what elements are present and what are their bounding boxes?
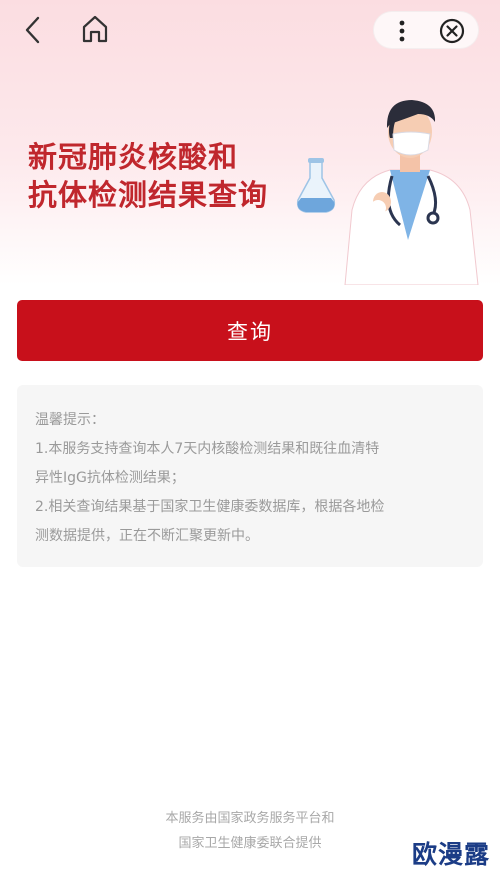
watermark: 欧漫露 — [411, 840, 490, 869]
more-vertical-icon[interactable] — [384, 16, 420, 46]
title-line-2: 抗体检测结果查询 — [28, 178, 269, 212]
tips-heading: 温馨提示： — [35, 412, 105, 428]
home-icon[interactable] — [78, 12, 112, 46]
tips-line: 2.相关查询结果基于国家卫生健康委数据库，根据各地检 — [35, 499, 385, 515]
mini-program-capsule — [373, 11, 479, 49]
tips-line: 异性IgG抗体检测结果； — [35, 470, 185, 486]
tips-line: 测数据提供，正在不断汇聚更新中。 — [35, 528, 259, 544]
chevron-left-icon[interactable] — [18, 14, 50, 46]
query-button[interactable]: 查询 — [17, 300, 483, 361]
tips-panel: 温馨提示： 1.本服务支持查询本人7天内核酸检测结果和既往血清特 异性IgG抗体… — [17, 385, 483, 567]
footer-line: 本服务由国家政务服务平台和 — [165, 811, 335, 826]
title-line-1: 新冠肺炎核酸和 — [28, 140, 239, 174]
close-circle-icon[interactable] — [434, 16, 470, 46]
page-title: 新冠肺炎核酸和 抗体检测结果查询 — [28, 138, 268, 214]
hero-banner: 新冠肺炎核酸和 抗体检测结果查询 — [0, 0, 500, 285]
tips-line: 1.本服务支持查询本人7天内核酸检测结果和既往血清特 — [35, 441, 380, 457]
doctor-illustration — [296, 100, 479, 285]
